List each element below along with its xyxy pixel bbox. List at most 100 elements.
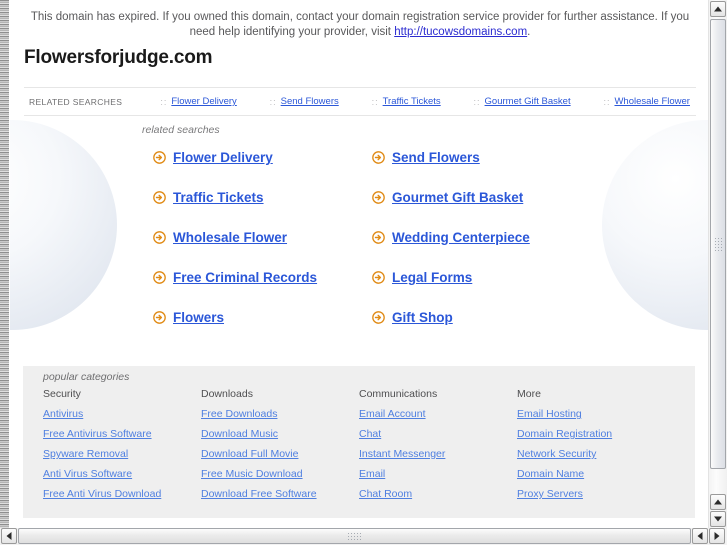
nav-link-wholesale-flower[interactable]: Wholesale Flower [614, 96, 690, 107]
category-link-anti-virus-software[interactable]: Anti Virus Software [43, 468, 201, 480]
vertical-scrollbar[interactable] [708, 0, 727, 528]
scroll-right-button[interactable] [709, 528, 725, 544]
category-link-domain-name[interactable]: Domain Name [517, 468, 675, 480]
search-link-gourmet-gift-basket[interactable]: Gourmet Gift Basket [392, 190, 523, 205]
category-link-proxy-servers[interactable]: Proxy Servers [517, 488, 675, 500]
vertical-scrollbar-thumb[interactable] [710, 19, 726, 469]
search-link-flower-delivery[interactable]: Flower Delivery [173, 150, 273, 165]
category-link-network-security[interactable]: Network Security [517, 448, 675, 460]
category-heading: Downloads [201, 388, 253, 400]
category-link-download-free-software[interactable]: Download Free Software [201, 488, 359, 500]
horizontal-scrollbar-thumb[interactable] [18, 528, 691, 544]
search-link-row[interactable]: Gift Shop [372, 310, 453, 325]
search-link-free-criminal-records[interactable]: Free Criminal Records [173, 270, 317, 285]
circle-arrow-right-icon [372, 271, 385, 284]
page-title: Flowersforjudge.com [24, 47, 213, 68]
nav-separator: :: [160, 96, 168, 107]
category-heading: Communications [359, 388, 438, 400]
chevron-right-icon [714, 532, 720, 540]
category-link-download-music[interactable]: Download Music [201, 428, 359, 440]
search-link-traffic-tickets[interactable]: Traffic Tickets [173, 190, 264, 205]
category-link-chat[interactable]: Chat [359, 428, 517, 440]
category-link-email-hosting[interactable]: Email Hosting [517, 408, 675, 420]
expiry-text-after: . [527, 26, 531, 38]
tucows-domains-link[interactable]: http://tucowsdomains.com [394, 26, 527, 38]
scroll-up-button[interactable] [710, 1, 726, 17]
chevron-left-icon [6, 532, 12, 540]
search-link-row[interactable]: Free Criminal Records [153, 270, 317, 285]
nav-link-traffic-tickets[interactable]: Traffic Tickets [383, 96, 441, 107]
page-content: This domain has expired. If you owned th… [10, 0, 708, 527]
expiry-text-before: This domain has expired. If you owned th… [30, 11, 690, 38]
search-link-row[interactable]: Flower Delivery [153, 150, 273, 165]
chevron-up-icon [714, 499, 722, 505]
category-column-downloads: Downloads Free Downloads Download Music … [201, 388, 359, 508]
search-link-send-flowers[interactable]: Send Flowers [392, 150, 480, 165]
nav-link-send-flowers[interactable]: Send Flowers [281, 96, 339, 107]
popular-categories-grid: Security Antivirus Free Antivirus Softwa… [43, 388, 675, 508]
browser-window: This domain has expired. If you owned th… [0, 0, 727, 545]
scroll-down-button[interactable] [710, 511, 726, 527]
nav-separator: :: [603, 96, 611, 107]
category-link-free-music-download[interactable]: Free Music Download [201, 468, 359, 480]
circle-arrow-right-icon [372, 311, 385, 324]
category-link-email-account[interactable]: Email Account [359, 408, 517, 420]
nav-item: :: Flower Delivery [156, 96, 236, 107]
nav-item: :: Traffic Tickets [368, 96, 441, 107]
category-link-spyware-removal[interactable]: Spyware Removal [43, 448, 201, 460]
circle-arrow-right-icon [372, 191, 385, 204]
circle-arrow-right-icon [153, 151, 166, 164]
search-link-wholesale-flower[interactable]: Wholesale Flower [173, 230, 287, 245]
category-link-chat-room[interactable]: Chat Room [359, 488, 517, 500]
category-link-free-anti-virus-download[interactable]: Free Anti Virus Download [43, 488, 201, 500]
scroll-left-button[interactable] [1, 528, 17, 544]
related-searches-caption: related searches [142, 124, 220, 136]
nav-item: :: Gourmet Gift Basket [470, 96, 571, 107]
search-link-row[interactable]: Legal Forms [372, 270, 472, 285]
search-link-gift-shop[interactable]: Gift Shop [392, 310, 453, 325]
category-link-domain-registration[interactable]: Domain Registration [517, 428, 675, 440]
search-link-row[interactable]: Send Flowers [372, 150, 480, 165]
category-link-antivirus[interactable]: Antivirus [43, 408, 201, 420]
category-column-security: Security Antivirus Free Antivirus Softwa… [43, 388, 201, 508]
category-link-free-antivirus-software[interactable]: Free Antivirus Software [43, 428, 201, 440]
horizontal-scrollbar[interactable] [0, 528, 727, 545]
nav-link-flower-delivery[interactable]: Flower Delivery [171, 96, 236, 107]
search-link-row[interactable]: Flowers [153, 310, 224, 325]
related-searches-navbar: RELATED SEARCHES :: Flower Delivery :: S… [24, 87, 696, 116]
scroll-left-button-secondary[interactable] [692, 528, 708, 544]
nav-separator: :: [269, 96, 277, 107]
category-column-communications: Communications Email Account Chat Instan… [359, 388, 517, 508]
search-link-row[interactable]: Traffic Tickets [153, 190, 264, 205]
category-heading: Security [43, 388, 81, 400]
nav-link-gourmet-gift-basket[interactable]: Gourmet Gift Basket [485, 96, 571, 107]
search-link-row[interactable]: Gourmet Gift Basket [372, 190, 523, 205]
nav-separator: :: [473, 96, 481, 107]
circle-arrow-right-icon [153, 311, 166, 324]
search-link-row[interactable]: Wholesale Flower [153, 230, 287, 245]
search-link-row[interactable]: Wedding Centerpiece [372, 230, 530, 245]
nav-item: :: Send Flowers [266, 96, 339, 107]
circle-arrow-right-icon [153, 231, 166, 244]
grip-icon [714, 237, 722, 251]
nav-separator: :: [371, 96, 379, 107]
category-heading: More [517, 388, 541, 400]
category-link-instant-messenger[interactable]: Instant Messenger [359, 448, 517, 460]
circle-arrow-right-icon [372, 231, 385, 244]
scroll-up-button-secondary[interactable] [710, 494, 726, 510]
chevron-left-icon [697, 532, 703, 540]
circle-arrow-right-icon [372, 151, 385, 164]
category-link-free-downloads[interactable]: Free Downloads [201, 408, 359, 420]
search-link-flowers[interactable]: Flowers [173, 310, 224, 325]
nav-item: :: Wholesale Flower [599, 96, 690, 107]
category-column-more: More Email Hosting Domain Registration N… [517, 388, 675, 508]
category-link-email[interactable]: Email [359, 468, 517, 480]
chevron-up-icon [714, 6, 722, 12]
circle-arrow-right-icon [153, 271, 166, 284]
search-link-legal-forms[interactable]: Legal Forms [392, 270, 472, 285]
category-link-download-full-movie[interactable]: Download Full Movie [201, 448, 359, 460]
left-texture-gutter [0, 0, 10, 528]
related-searches-links-block: related searches Flower Delivery Traffic… [10, 118, 708, 340]
search-link-wedding-centerpiece[interactable]: Wedding Centerpiece [392, 230, 530, 245]
related-searches-nav-links: :: Flower Delivery :: Send Flowers :: Tr… [156, 96, 696, 107]
